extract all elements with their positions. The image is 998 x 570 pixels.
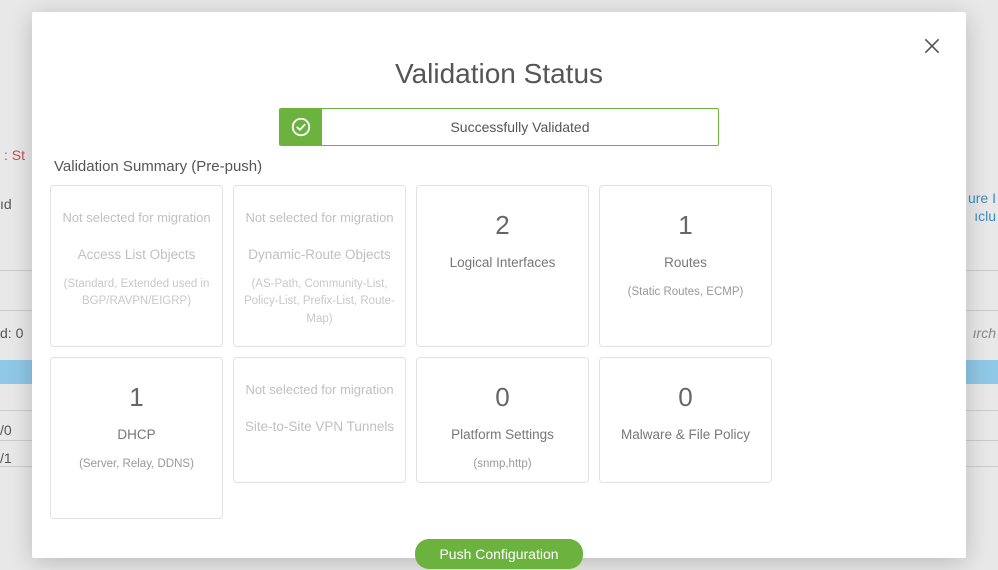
summary-label: Validation Summary (Pre-push) [50, 158, 948, 175]
card-subtitle: (Server, Relay, DDNS) [79, 456, 194, 473]
checkmark-circle-icon [290, 116, 312, 138]
card-dynamic-route-objects: Not selected for migration Dynamic-Route… [233, 185, 406, 347]
card-title: Dynamic-Route Objects [248, 247, 391, 262]
card-malware-file-policy: 0 Malware & File Policy [599, 357, 772, 483]
card-count: 0 [495, 382, 509, 413]
not-selected-label: Not selected for migration [62, 210, 210, 225]
card-title: DHCP [117, 427, 155, 442]
background-text: ure I [968, 190, 996, 206]
background-text: d: 0 [0, 325, 23, 341]
success-icon-box [280, 109, 322, 145]
card-subtitle: (snmp,http) [473, 456, 531, 473]
card-count: 2 [495, 210, 509, 241]
modal-title: Validation Status [50, 58, 948, 90]
summary-cards-container: Not selected for migration Access List O… [50, 185, 948, 519]
background-text: : St [4, 147, 25, 163]
card-site-to-site-vpn: Not selected for migration Site-to-Site … [233, 357, 406, 483]
card-logical-interfaces: 2 Logical Interfaces [416, 185, 589, 347]
card-title: Platform Settings [451, 427, 554, 442]
card-subtitle: (Static Routes, ECMP) [628, 284, 744, 301]
card-routes: 1 Routes (Static Routes, ECMP) [599, 185, 772, 347]
card-title: Site-to-Site VPN Tunnels [245, 419, 394, 434]
status-text: Successfully Validated [322, 109, 718, 145]
background-text: ıd [0, 196, 12, 212]
card-access-list-objects: Not selected for migration Access List O… [50, 185, 223, 347]
card-count: 1 [678, 210, 692, 241]
background-text: ıclu [974, 208, 996, 224]
validation-status-banner: Successfully Validated [279, 108, 719, 146]
card-dhcp: 1 DHCP (Server, Relay, DDNS) [50, 357, 223, 519]
card-platform-settings: 0 Platform Settings (snmp,http) [416, 357, 589, 483]
card-subtitle: (AS-Path, Community-List, Policy-List, P… [244, 276, 395, 328]
not-selected-label: Not selected for migration [245, 382, 393, 397]
card-title: Logical Interfaces [450, 255, 556, 270]
card-subtitle: (Standard, Extended used in BGP/RAVPN/EI… [61, 276, 212, 311]
validation-status-modal: Validation Status Successfully Validated… [32, 12, 966, 558]
background-text: /1 [0, 450, 12, 466]
not-selected-label: Not selected for migration [245, 210, 393, 225]
background-text: /0 [0, 422, 12, 438]
card-title: Access List Objects [78, 247, 196, 262]
background-text: ırch [973, 325, 996, 341]
card-title: Routes [664, 255, 707, 270]
close-icon [922, 36, 942, 56]
card-count: 0 [678, 382, 692, 413]
push-configuration-button[interactable]: Push Configuration [415, 539, 582, 569]
close-button[interactable] [920, 34, 944, 58]
card-count: 1 [129, 382, 143, 413]
card-title: Malware & File Policy [621, 427, 750, 442]
